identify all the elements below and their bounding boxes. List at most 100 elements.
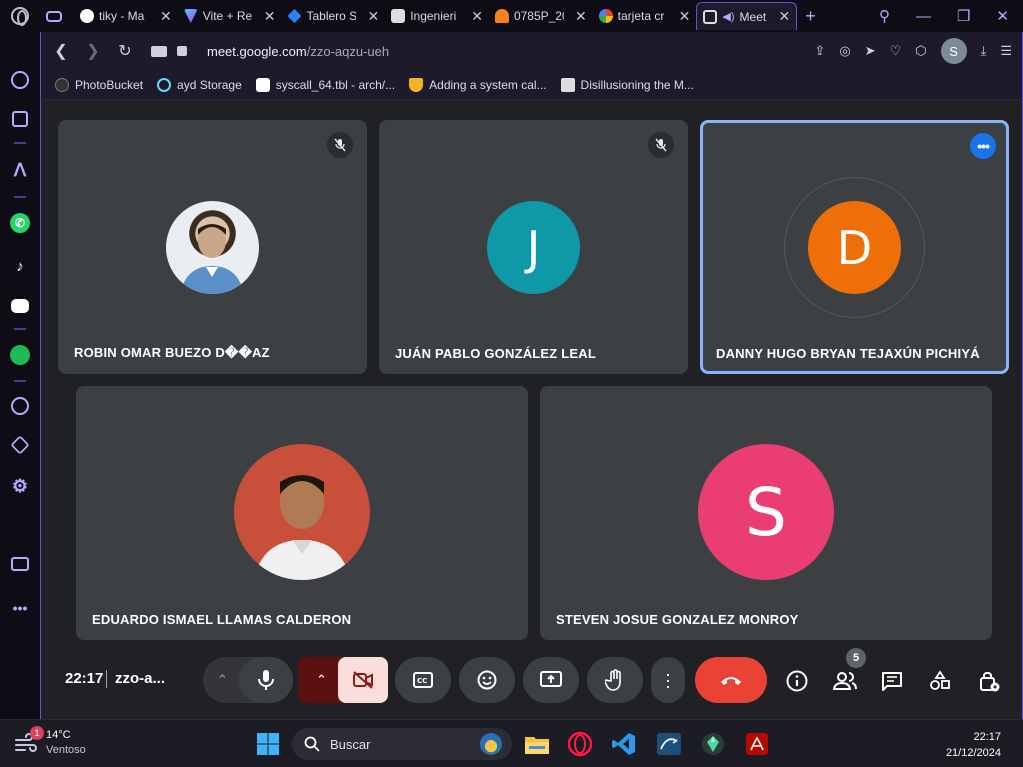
profile-avatar[interactable]: S	[940, 38, 967, 64]
discord-icon[interactable]	[11, 299, 29, 313]
search-tabs-icon[interactable]: ⚲	[879, 7, 890, 25]
clock-date: 21/12/2024	[945, 747, 1001, 759]
easy-setup-icon[interactable]: ☰	[1000, 43, 1012, 59]
github-icon	[255, 77, 270, 92]
tab-tarjeta[interactable]: tarjeta cr ✕	[593, 2, 697, 30]
history-icon[interactable]	[11, 397, 29, 415]
close-tab-icon[interactable]: ✕	[160, 8, 172, 25]
tab-tiky[interactable]: tiky - Ma ✕	[74, 2, 178, 30]
url-field[interactable]: meet.google.com/zzo-aqzu-ueh	[207, 44, 389, 59]
vscode-icon[interactable]	[608, 728, 640, 760]
tab-ingenieria[interactable]: Ingenieri ✕	[385, 2, 489, 30]
acrobat-icon[interactable]	[741, 728, 773, 760]
forward-icon[interactable]: ❯	[77, 41, 109, 61]
ai-chip-icon[interactable]	[12, 111, 28, 127]
chevron-up-icon: ⌃	[217, 672, 228, 687]
svg-text:CC: CC	[417, 677, 427, 685]
tab-tablero[interactable]: Tablero S ✕	[281, 2, 385, 30]
close-tab-icon[interactable]: ✕	[367, 8, 379, 25]
spotify-icon[interactable]	[10, 345, 30, 365]
leave-call-button[interactable]	[695, 657, 767, 703]
meeting-details-icon[interactable]	[784, 668, 810, 694]
participant-tile[interactable]: J JUÁN PABLO GONZÁLEZ LEAL	[379, 120, 688, 374]
google-icon	[598, 9, 613, 23]
more-options-button[interactable]: · · ·	[651, 657, 685, 703]
participant-tile[interactable]: S STEVEN JOSUE GONZALEZ MONROY	[540, 386, 992, 640]
reactions-button[interactable]	[459, 657, 515, 703]
close-window-icon[interactable]: ✕	[996, 7, 1009, 25]
participant-avatar: J	[487, 201, 580, 294]
activities-icon[interactable]	[927, 668, 953, 694]
close-tab-icon[interactable]: ✕	[575, 8, 587, 25]
speed-dial-icon[interactable]	[11, 71, 29, 89]
reload-icon[interactable]: ↻	[109, 41, 141, 61]
bookmark-photobucket[interactable]: PhotoBucket	[55, 77, 143, 92]
tiktok-icon[interactable]: ♪	[9, 255, 31, 277]
bookmark-ayd-storage[interactable]: ayd Storage	[157, 77, 242, 92]
weather-description: Ventoso	[46, 744, 86, 756]
document-icon	[560, 77, 575, 92]
participant-avatar: D	[808, 201, 901, 294]
chat-icon[interactable]	[879, 668, 905, 694]
bookmark-disillusioning[interactable]: Disillusioning the M...	[560, 77, 694, 92]
camera-off-button[interactable]	[338, 657, 388, 703]
close-tab-icon[interactable]: ✕	[264, 8, 276, 25]
participant-tile[interactable]: EDUARDO ISMAEL LLAMAS CALDERON	[76, 386, 528, 640]
host-controls-lock-icon[interactable]	[976, 668, 1002, 694]
send-icon[interactable]: ➤	[865, 43, 876, 59]
weather-widget[interactable]: 14°C Ventoso	[14, 728, 86, 758]
snapshot-icon[interactable]: ◎	[839, 43, 850, 59]
app-gem-icon[interactable]	[697, 728, 729, 760]
tab-meet[interactable]: ◀) Meet ✕	[696, 2, 798, 30]
more-options-icon[interactable]: •••	[970, 133, 996, 159]
hang-up-icon	[721, 677, 741, 685]
restore-icon[interactable]: ❐	[957, 7, 970, 25]
people-icon[interactable]	[832, 668, 858, 694]
microphone-button[interactable]	[239, 657, 293, 703]
close-tab-icon[interactable]: ✕	[679, 8, 691, 25]
opera-gx-icon[interactable]	[564, 728, 596, 760]
extensions-cube-icon[interactable]	[10, 435, 30, 455]
captions-button[interactable]: CC	[395, 657, 451, 703]
raise-hand-button[interactable]	[587, 657, 643, 703]
mic-off-icon	[327, 132, 353, 158]
settings-gear-icon[interactable]: ⚙	[9, 475, 31, 497]
start-button[interactable]	[252, 728, 284, 760]
download-icon[interactable]: ⤓	[981, 43, 987, 59]
bookmark-system-call[interactable]: Adding a system cal...	[409, 77, 547, 92]
heart-icon[interactable]: ♡	[890, 43, 902, 59]
close-tab-icon[interactable]: ✕	[779, 8, 791, 25]
participant-tile-active[interactable]: ••• D DANNY HUGO BRYAN TEJAXÚN PICHIYÁ	[700, 120, 1009, 374]
opera-sidebar: ᐱ ✆ ♪ ⚙ •••	[0, 32, 40, 719]
bookmark-syscall[interactable]: syscall_64.tbl - arch/...	[255, 77, 395, 92]
jira-icon	[287, 9, 302, 23]
gallery-icon[interactable]	[11, 557, 29, 571]
tab-0785p[interactable]: 0785P_20 ✕	[489, 2, 593, 30]
camera-indicator-icon[interactable]	[151, 45, 167, 57]
photobucket-icon	[55, 77, 69, 92]
aria-icon[interactable]: ᐱ	[9, 159, 31, 181]
lock-icon[interactable]	[177, 46, 187, 56]
tab-workspaces[interactable]	[40, 2, 74, 30]
participant-tile[interactable]: ROBIN OMAR BUEZO D��AZ	[58, 120, 367, 374]
whatsapp-icon[interactable]: ✆	[10, 213, 30, 233]
new-tab-icon[interactable]: +	[805, 6, 816, 27]
sidebar-more-icon[interactable]: •••	[9, 597, 31, 619]
participant-name: ROBIN OMAR BUEZO D��AZ	[74, 345, 270, 360]
back-icon[interactable]: ❮	[45, 41, 77, 61]
extensions-icon[interactable]: ⬡	[915, 43, 926, 59]
present-screen-button[interactable]	[523, 657, 579, 703]
minimize-icon[interactable]: —	[916, 8, 931, 25]
bookmark-label: Disillusioning the M...	[580, 77, 694, 92]
tab-vite[interactable]: Vite + Re ✕	[178, 2, 282, 30]
file-explorer-icon[interactable]	[521, 728, 553, 760]
taskbar-search[interactable]: Buscar	[292, 728, 512, 760]
chevron-up-icon: ⌃	[316, 672, 327, 687]
share-icon[interactable]: ⇪	[814, 43, 825, 59]
opera-logo-icon[interactable]	[0, 0, 40, 32]
system-clock[interactable]: 22:17 21/12/2024	[946, 729, 1001, 761]
mysql-workbench-icon[interactable]	[653, 728, 685, 760]
meeting-code[interactable]: zzo-a...	[115, 670, 165, 687]
close-tab-icon[interactable]: ✕	[471, 8, 483, 25]
bookmarks-bar: PhotoBucket ayd Storage syscall_64.tbl -…	[40, 70, 1023, 100]
